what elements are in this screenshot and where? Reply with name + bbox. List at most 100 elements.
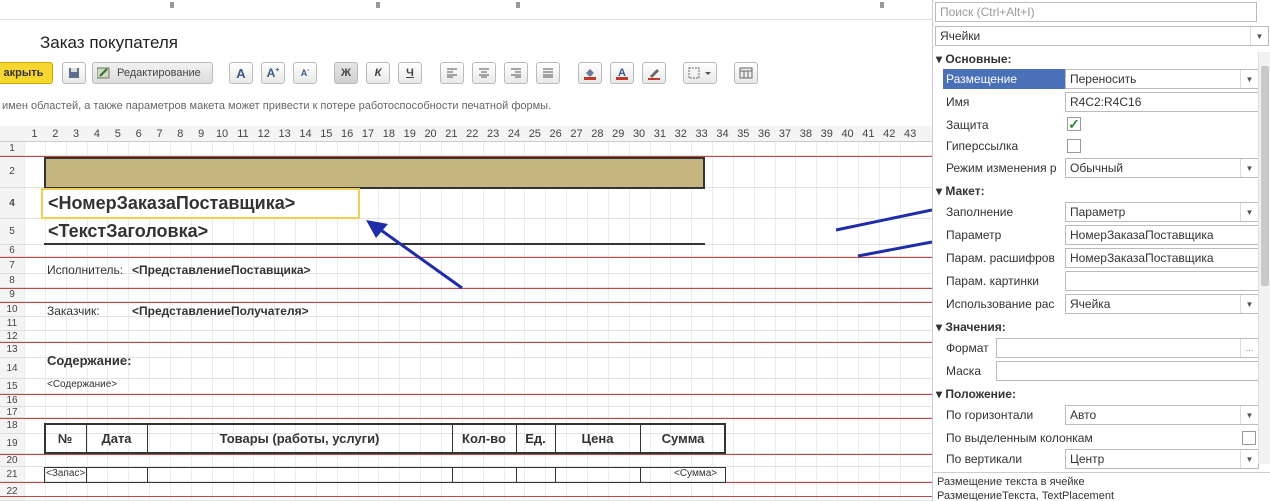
section-position[interactable]: ▾ Положение:: [936, 387, 1016, 401]
row-summa[interactable]: <Сумма>: [674, 468, 717, 479]
table-header-cell[interactable]: Кол-во: [452, 431, 516, 446]
row-header-cell[interactable]: 21: [0, 467, 24, 482]
chevron-down-icon[interactable]: ▼: [1240, 295, 1258, 313]
column-header-cell[interactable]: 22: [462, 128, 483, 140]
column-header-cell[interactable]: 20: [420, 128, 441, 140]
column-header-cell[interactable]: 43: [900, 128, 921, 140]
edit-mode-button[interactable]: Редактирование: [92, 62, 213, 84]
header-band[interactable]: [44, 157, 705, 189]
align-right-button[interactable]: [504, 62, 528, 84]
prop-format-input[interactable]: …: [996, 338, 1259, 358]
column-header-cell[interactable]: 42: [879, 128, 900, 140]
row-header-cell[interactable]: 16: [0, 394, 24, 407]
scrollbar-thumb[interactable]: [1261, 66, 1269, 286]
table-header-cell[interactable]: Цена: [555, 431, 640, 446]
prop-protect-checkbox[interactable]: ✓: [1067, 117, 1081, 131]
executor-label[interactable]: Исполнитель:: [47, 263, 123, 277]
prop-hyperlink-checkbox[interactable]: [1067, 139, 1081, 153]
prop-edit-mode-select[interactable]: Обычный ▼: [1065, 158, 1259, 178]
underline-button[interactable]: Ч: [398, 62, 422, 84]
column-header-cell[interactable]: 13: [274, 128, 295, 140]
borders-dropdown[interactable]: [683, 62, 717, 84]
row-header-cell[interactable]: 4: [0, 188, 24, 219]
column-header-cell[interactable]: 25: [524, 128, 545, 140]
chevron-down-icon[interactable]: ▼: [1240, 203, 1258, 221]
table-button[interactable]: [734, 62, 758, 84]
column-header-cell[interactable]: 30: [629, 128, 650, 140]
search-input[interactable]: Поиск (Ctrl+Alt+I): [935, 2, 1257, 22]
row-header-cell[interactable]: 13: [0, 342, 24, 358]
prop-selcols-checkbox[interactable]: [1242, 431, 1256, 445]
column-header-cell[interactable]: 37: [775, 128, 796, 140]
column-header-cell[interactable]: 9: [191, 128, 212, 140]
fill-color-button[interactable]: [578, 62, 602, 84]
prop-picture-input[interactable]: [1065, 271, 1259, 291]
column-header-cell[interactable]: 28: [587, 128, 608, 140]
row-header-cell[interactable]: 9: [0, 288, 24, 302]
row-header-cell[interactable]: 7: [0, 257, 24, 274]
section-basic[interactable]: ▾ Основные:: [936, 52, 1012, 66]
table-header-cell[interactable]: Товары (работы, услуги): [147, 431, 452, 446]
column-header-cell[interactable]: 41: [858, 128, 879, 140]
content-value[interactable]: <Содержание>: [47, 379, 117, 390]
section-values[interactable]: ▾ Значения:: [936, 320, 1006, 334]
column-header-cell[interactable]: 4: [87, 128, 108, 140]
column-header-cell[interactable]: 36: [754, 128, 775, 140]
column-header-cell[interactable]: 3: [66, 128, 87, 140]
chevron-down-icon[interactable]: ▼: [1240, 159, 1258, 177]
prop-fill-select[interactable]: Параметр ▼: [1065, 202, 1259, 222]
row-zapas[interactable]: <Запас>: [46, 468, 85, 479]
column-header-cell[interactable]: 11: [233, 128, 254, 140]
column-header-cell[interactable]: 14: [295, 128, 316, 140]
row-header-cell[interactable]: 8: [0, 274, 24, 288]
mode-select[interactable]: Ячейки ▼: [935, 26, 1269, 46]
row-header-cell[interactable]: 22: [0, 482, 24, 501]
chevron-down-icon[interactable]: ▼: [1240, 450, 1258, 468]
chevron-down-icon[interactable]: ▼: [1240, 70, 1258, 88]
column-header-cell[interactable]: 1: [24, 128, 45, 140]
font-increase-button[interactable]: A+: [261, 62, 285, 84]
executor-value[interactable]: <ПредставлениеПоставщика>: [132, 263, 311, 277]
column-header-cell[interactable]: 19: [399, 128, 420, 140]
row-header-cell[interactable]: 5: [0, 219, 24, 245]
column-header-cell[interactable]: 17: [358, 128, 379, 140]
table-header-cell[interactable]: Сумма: [640, 431, 726, 446]
row-header-cell[interactable]: 14: [0, 358, 24, 379]
order-number-param[interactable]: <НомерЗаказаПоставщика>: [48, 193, 295, 214]
font-decrease-button[interactable]: A-: [293, 62, 317, 84]
table-header-cell[interactable]: Дата: [86, 431, 147, 446]
column-header-cell[interactable]: 39: [816, 128, 837, 140]
prop-usage-select[interactable]: Ячейка ▼: [1065, 294, 1259, 314]
prop-param-input[interactable]: НомерЗаказаПоставщика: [1065, 225, 1259, 245]
border-color-button[interactable]: [642, 62, 666, 84]
prop-vpos-select[interactable]: Центр ▼: [1065, 449, 1259, 469]
column-header-cell[interactable]: 7: [149, 128, 170, 140]
prop-hpos-select[interactable]: Авто ▼: [1065, 405, 1259, 425]
spreadsheet[interactable]: 1 2 3 4 5 6 7 8 9 10 11 12 13 14 15 16 17 18 19 20 21 22 23 24 2…: [0, 126, 932, 501]
prop-placement-select[interactable]: Переносить ▼: [1065, 69, 1259, 89]
column-header-cell[interactable]: 34: [712, 128, 733, 140]
row-header-cell[interactable]: 2: [0, 156, 24, 188]
column-header-cell[interactable]: 10: [212, 128, 233, 140]
table-header-cell[interactable]: Ед.: [516, 431, 555, 446]
row-header-cell[interactable]: 10: [0, 302, 24, 317]
column-header-cell[interactable]: 21: [441, 128, 462, 140]
align-justify-button[interactable]: [536, 62, 560, 84]
row-header-cell[interactable]: 19: [0, 434, 24, 454]
column-header-cell[interactable]: 40: [837, 128, 858, 140]
customer-value[interactable]: <ПредставлениеПолучателя>: [132, 304, 309, 318]
row-header-cell[interactable]: 1: [0, 142, 24, 156]
prop-placement-label[interactable]: Размещение: [943, 69, 1065, 89]
column-header-cell[interactable]: 6: [128, 128, 149, 140]
row-header-cell[interactable]: 17: [0, 407, 24, 418]
row-header-cell[interactable]: 15: [0, 379, 24, 394]
align-center-button[interactable]: [472, 62, 496, 84]
header-text-param[interactable]: <ТекстЗаголовка>: [48, 221, 208, 242]
column-header-cell[interactable]: 29: [608, 128, 629, 140]
column-header-cell[interactable]: 27: [566, 128, 587, 140]
save-button[interactable]: [62, 62, 86, 84]
column-header-cell[interactable]: 2: [45, 128, 66, 140]
row-header-cell[interactable]: 12: [0, 331, 24, 342]
row-header-cell[interactable]: 11: [0, 317, 24, 331]
column-header-cell[interactable]: 31: [650, 128, 671, 140]
